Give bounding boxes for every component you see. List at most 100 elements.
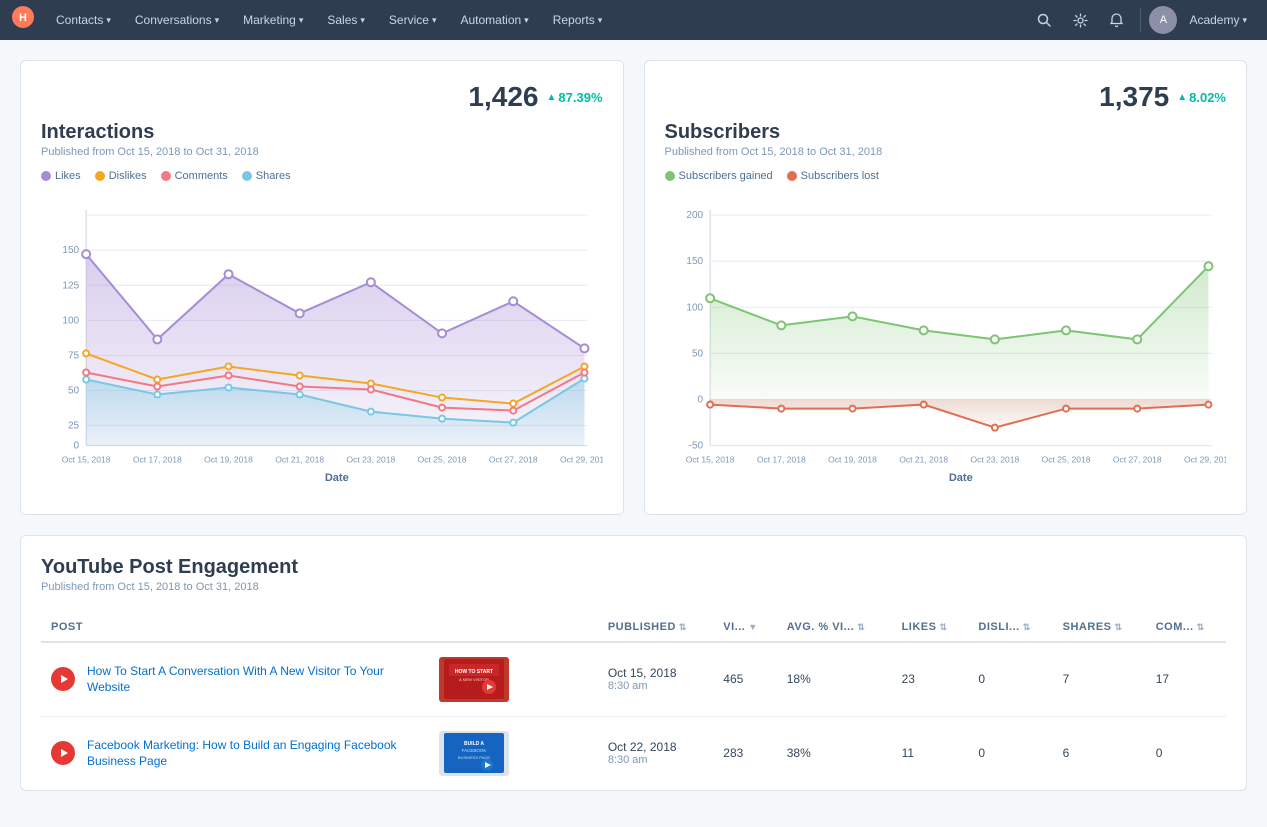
subscribers-chart: -50 0 50 100 150 200 Oct 15, 2018 Oct 17… xyxy=(665,190,1227,494)
svg-text:Oct 15, 2018: Oct 15, 2018 xyxy=(62,455,111,465)
dislikes-cell: 0 xyxy=(968,642,1052,717)
lost-dot xyxy=(787,171,797,181)
sort-icon: ⇅ xyxy=(1197,622,1205,632)
col-dislikes[interactable]: DISLI...⇅ xyxy=(968,613,1052,642)
settings-button[interactable] xyxy=(1064,4,1096,36)
nav-marketing[interactable]: Marketing ▾ xyxy=(233,0,313,40)
svg-text:Oct 23, 2018: Oct 23, 2018 xyxy=(346,455,395,465)
comments-cell: 17 xyxy=(1146,642,1226,717)
col-shares[interactable]: SHARES⇅ xyxy=(1053,613,1146,642)
post-thumbnail: HOW TO START A NEW VISITOR xyxy=(439,657,509,702)
subscribers-title: Subscribers xyxy=(665,121,1227,144)
interactions-stat: 1,426 xyxy=(468,81,538,113)
academy-link[interactable]: Academy ▾ xyxy=(1181,13,1255,27)
svg-text:A NEW VISITOR: A NEW VISITOR xyxy=(459,677,489,682)
avg-view-cell: 38% xyxy=(777,716,892,790)
col-comments[interactable]: COM...⇅ xyxy=(1146,613,1226,642)
svg-text:Oct 21, 2018: Oct 21, 2018 xyxy=(275,455,324,465)
engagement-subtitle: Published from Oct 15, 2018 to Oct 31, 2… xyxy=(41,581,1226,593)
svg-text:0: 0 xyxy=(74,441,80,452)
svg-text:Oct 25, 2018: Oct 25, 2018 xyxy=(418,455,467,465)
chevron-icon: ▾ xyxy=(215,15,220,26)
sort-icon: ⇅ xyxy=(857,622,865,632)
svg-text:Oct 21, 2018: Oct 21, 2018 xyxy=(899,455,948,465)
thumb-image: HOW TO START A NEW VISITOR xyxy=(444,659,504,699)
chevron-icon: ▾ xyxy=(299,15,304,26)
engagement-title: YouTube Post Engagement xyxy=(41,556,1226,579)
nav-sales[interactable]: Sales ▾ xyxy=(317,0,375,40)
svg-text:Oct 29, 2018: Oct 29, 2018 xyxy=(560,455,602,465)
svg-text:HOW TO START: HOW TO START xyxy=(455,669,493,675)
interactions-card: 1,426 87.39% Interactions Published from… xyxy=(20,60,624,515)
sort-icon: ▼ xyxy=(748,622,757,632)
subscribers-card: 1,375 8.02% Subscribers Published from O… xyxy=(644,60,1248,515)
shares-cell: 6 xyxy=(1053,716,1146,790)
svg-text:Oct 27, 2018: Oct 27, 2018 xyxy=(489,455,538,465)
svg-text:75: 75 xyxy=(68,350,80,361)
charts-row: 1,426 87.39% Interactions Published from… xyxy=(20,60,1247,515)
svg-text:0: 0 xyxy=(697,395,703,406)
published-cell: Oct 15, 2018 8:30 am xyxy=(598,642,713,717)
nav-conversations[interactable]: Conversations ▾ xyxy=(125,0,229,40)
post-title[interactable]: Facebook Marketing: How to Build an Enga… xyxy=(87,737,427,771)
post-cell: Facebook Marketing: How to Build an Enga… xyxy=(41,716,598,790)
svg-text:Oct 23, 2018: Oct 23, 2018 xyxy=(970,455,1019,465)
post-title[interactable]: How To Start A Conversation With A New V… xyxy=(87,663,427,697)
svg-text:Oct 27, 2018: Oct 27, 2018 xyxy=(1112,455,1161,465)
thumb-image: BUILD A FACEBOOK BUSINESS PAGE xyxy=(444,733,504,773)
likes-cell: 11 xyxy=(892,716,969,790)
svg-text:Oct 25, 2018: Oct 25, 2018 xyxy=(1041,455,1090,465)
svg-text:Oct 29, 2018: Oct 29, 2018 xyxy=(1184,455,1226,465)
sort-icon: ⇅ xyxy=(1023,622,1031,632)
subscribers-legend: Subscribers gained Subscribers lost xyxy=(665,170,1227,182)
main-content: 1,426 87.39% Interactions Published from… xyxy=(0,40,1267,811)
comments-dot xyxy=(161,171,171,181)
nav-service[interactable]: Service ▾ xyxy=(379,0,447,40)
svg-text:Oct 19, 2018: Oct 19, 2018 xyxy=(828,455,877,465)
svg-text:-50: -50 xyxy=(688,441,703,452)
svg-text:200: 200 xyxy=(686,210,703,221)
views-cell: 283 xyxy=(713,716,776,790)
legend-shares: Shares xyxy=(242,170,291,182)
interactions-chart: 0 25 50 75 100 125 150 Oct 15, 2018 Oct … xyxy=(41,190,603,494)
legend-lost: Subscribers lost xyxy=(787,170,879,182)
interactions-stat-row: 1,426 87.39% xyxy=(41,81,603,113)
engagement-table: POST PUBLISHED⇅ VI...▼ AVG. % VI...⇅ LIK… xyxy=(41,613,1226,790)
svg-text:50: 50 xyxy=(691,348,703,359)
chevron-down-icon: ▾ xyxy=(1242,15,1247,26)
nav-reports[interactable]: Reports ▾ xyxy=(543,0,613,40)
col-likes[interactable]: LIKES⇅ xyxy=(892,613,969,642)
interactions-change: 87.39% xyxy=(547,90,603,105)
youtube-icon xyxy=(51,741,75,765)
svg-text:125: 125 xyxy=(62,280,79,291)
legend-likes: Likes xyxy=(41,170,81,182)
svg-text:100: 100 xyxy=(62,315,79,326)
col-published[interactable]: PUBLISHED⇅ xyxy=(598,613,713,642)
col-views[interactable]: VI...▼ xyxy=(713,613,776,642)
shares-dot xyxy=(242,171,252,181)
svg-text:150: 150 xyxy=(686,256,703,267)
notifications-button[interactable] xyxy=(1100,4,1132,36)
published-cell: Oct 22, 2018 8:30 am xyxy=(598,716,713,790)
svg-text:100: 100 xyxy=(686,302,703,313)
dislikes-dot xyxy=(95,171,105,181)
svg-text:Oct 17, 2018: Oct 17, 2018 xyxy=(133,455,182,465)
col-avg-view[interactable]: AVG. % VI...⇅ xyxy=(777,613,892,642)
subscribers-subtitle: Published from Oct 15, 2018 to Oct 31, 2… xyxy=(665,146,1227,158)
hubspot-logo[interactable]: H xyxy=(12,6,34,34)
nav-automation[interactable]: Automation ▾ xyxy=(450,0,538,40)
subscribers-change: 8.02% xyxy=(1177,90,1226,105)
avg-view-cell: 18% xyxy=(777,642,892,717)
sort-icon: ⇅ xyxy=(679,622,687,632)
svg-text:Oct 19, 2018: Oct 19, 2018 xyxy=(204,455,253,465)
svg-text:50: 50 xyxy=(68,386,80,397)
svg-text:25: 25 xyxy=(68,421,80,432)
nav-right-actions: A Academy ▾ xyxy=(1028,4,1255,36)
search-button[interactable] xyxy=(1028,4,1060,36)
svg-text:Date: Date xyxy=(325,472,349,484)
svg-text:150: 150 xyxy=(62,245,79,256)
user-avatar[interactable]: A xyxy=(1149,6,1177,34)
svg-text:FACEBOOK: FACEBOOK xyxy=(462,748,487,753)
nav-contacts[interactable]: Contacts ▾ xyxy=(46,0,121,40)
post-cell: How To Start A Conversation With A New V… xyxy=(41,642,598,717)
